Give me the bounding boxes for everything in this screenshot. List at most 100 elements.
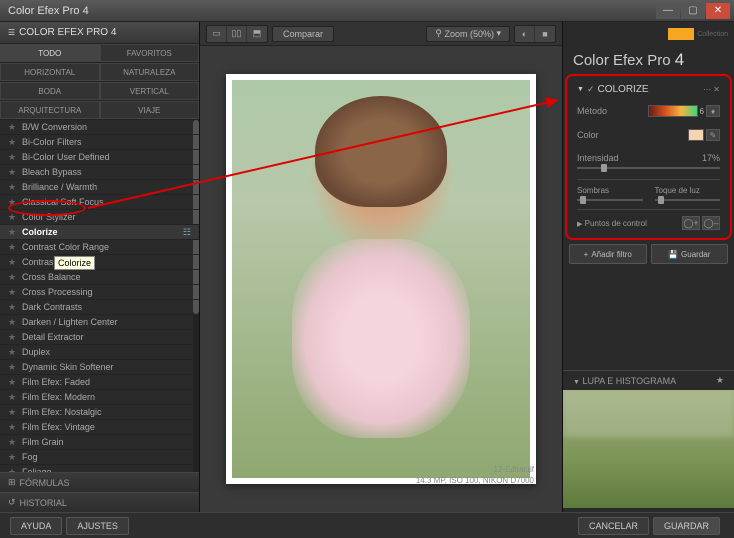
intensidad-slider[interactable] [577, 167, 720, 169]
filter-label: Dynamic Skin Softener [22, 362, 114, 372]
filter-item[interactable]: ★Dark Contrasts [0, 300, 199, 315]
filter-item[interactable]: ★ Film Grain [0, 435, 199, 450]
filter-item[interactable]: ★Film Efex: Nostalgic [0, 405, 199, 420]
control-points-label: Puntos de control [585, 219, 647, 228]
star-icon[interactable]: ★ [716, 375, 724, 386]
filter-item[interactable]: ★Bi-Color User Defined [0, 150, 199, 165]
help-button[interactable]: AYUDA [10, 517, 62, 535]
star-icon[interactable]: ★ [8, 197, 18, 207]
tab-favoritos[interactable]: FAVORITOS [100, 44, 200, 62]
zoom-dropdown[interactable]: ⚲ Zoom (50%) ▾ [426, 26, 510, 42]
star-icon[interactable]: ★ [8, 302, 18, 312]
split-view-button[interactable]: ▯▯ [227, 26, 247, 42]
star-icon[interactable]: ★ [8, 377, 18, 387]
tab-horizontal[interactable]: HORIZONTAL [0, 63, 100, 81]
star-icon[interactable]: ★ [8, 152, 18, 162]
star-icon[interactable]: ★ [8, 422, 18, 432]
sombras-slider[interactable] [577, 199, 643, 201]
star-icon[interactable]: ★ [8, 227, 18, 237]
star-icon[interactable]: ★ [8, 362, 18, 372]
minimize-button[interactable]: — [656, 3, 680, 19]
section-title: COLORIZE [597, 84, 648, 95]
star-icon[interactable]: ★ [8, 407, 18, 417]
filter-item[interactable]: ★Detail Extractor [0, 330, 199, 345]
filter-item[interactable]: ★Duplex [0, 345, 199, 360]
filter-item[interactable]: ★Brilliance / Warmth [0, 180, 199, 195]
filter-item[interactable]: ★Film Efex: Faded [0, 375, 199, 390]
tab-naturaleza[interactable]: NATURALEZA [100, 63, 200, 81]
filter-item[interactable]: ★Film Efex: Vintage [0, 420, 199, 435]
filter-item[interactable]: ★Bleach Bypass [0, 165, 199, 180]
filter-item[interactable]: ★Contrast Color Range [0, 240, 199, 255]
metodo-stepper[interactable]: ♦ [706, 105, 720, 117]
bg-light-button[interactable]: ◐ [515, 26, 535, 42]
filter-item[interactable]: ★Fog [0, 450, 199, 465]
filter-list[interactable]: ★ B/W Conversion ★Bi-Color Filters★Bi-Colo… [0, 120, 199, 472]
star-icon[interactable]: ★ [8, 317, 18, 327]
star-icon[interactable]: ★ [8, 452, 18, 462]
historial-section[interactable]: ↺ HISTORIAL [0, 492, 199, 512]
left-panel-header[interactable]: ☰ COLOR EFEX PRO 4 [0, 22, 199, 44]
side-view-button[interactable]: ⬒ [247, 26, 267, 42]
maximize-button[interactable]: ▢ [681, 3, 705, 19]
tab-boda[interactable]: BODA [0, 82, 100, 100]
metodo-swatch[interactable] [648, 105, 698, 117]
section-header[interactable]: ▼ ✓ COLORIZE ⋯ ✕ [577, 84, 720, 95]
star-icon[interactable]: ★ [8, 137, 18, 147]
add-control-point-button[interactable]: ◯+ [682, 216, 700, 230]
image-viewport[interactable]: _12-Editar.tif 14.3 MP, ISO 100, NIKON D… [200, 46, 562, 512]
color-swatch[interactable] [688, 129, 704, 141]
tab-viaje[interactable]: VIAJE [100, 101, 200, 119]
filter-label: Colorize [22, 227, 58, 237]
section-menu-icon[interactable]: ⋯ ✕ [703, 85, 720, 94]
save-preset-button[interactable]: 💾 Guardar [651, 244, 729, 264]
add-filter-button[interactable]: + Añadir filtro [569, 244, 647, 264]
bg-dark-button[interactable]: ■ [535, 26, 555, 42]
filter-item[interactable]: ★ B/W Conversion [0, 120, 199, 135]
filter-item[interactable]: ★Color Stylizer [0, 210, 199, 225]
filter-item[interactable]: ★ Dynamic Skin Softener [0, 360, 199, 375]
filter-label: B/W Conversion [22, 122, 87, 132]
star-icon[interactable]: ★ [8, 242, 18, 252]
filter-item[interactable]: ★Cross Processing [0, 285, 199, 300]
preset-icon[interactable]: ☷ [183, 227, 191, 238]
filter-item[interactable]: ★Classical Soft Focus [0, 195, 199, 210]
star-icon[interactable]: ★ [8, 287, 18, 297]
search-icon: ⚲ [435, 28, 442, 39]
cancel-button[interactable]: CANCELAR [578, 517, 649, 535]
filter-item[interactable]: ★Darken / Lighten Center [0, 315, 199, 330]
star-icon[interactable]: ★ [8, 257, 18, 267]
star-icon[interactable]: ★ [8, 272, 18, 282]
filter-item[interactable]: ★Film Efex: Modern [0, 390, 199, 405]
filter-item[interactable]: ★Bi-Color Filters [0, 135, 199, 150]
star-icon[interactable]: ★ [8, 392, 18, 402]
star-icon[interactable]: ★ [8, 332, 18, 342]
filter-item[interactable]: ★Cross Balance [0, 270, 199, 285]
filter-item[interactable]: ★ContrasColorize [0, 255, 199, 270]
star-icon[interactable]: ★ [8, 212, 18, 222]
star-icon[interactable]: ★ [8, 467, 18, 472]
color-picker-button[interactable]: ✎ [706, 129, 720, 141]
filter-label: Film Grain [22, 437, 64, 447]
filter-item[interactable]: ★Foliage [0, 465, 199, 472]
star-icon[interactable]: ★ [8, 167, 18, 177]
tab-todo[interactable]: TODO [0, 44, 100, 62]
single-view-button[interactable]: ▭ [207, 26, 227, 42]
tab-arquitectura[interactable]: ARQUITECTURA [0, 101, 100, 119]
settings-button[interactable]: AJUSTES [66, 517, 129, 535]
star-icon[interactable]: ★ [8, 347, 18, 357]
close-button[interactable]: ✕ [706, 3, 730, 19]
star-icon[interactable]: ★ [8, 122, 18, 132]
compare-button[interactable]: Comparar [272, 26, 334, 42]
brand-area: Collection [563, 22, 734, 46]
lupa-header[interactable]: ▼ LUPA E HISTOGRAMA ★ [563, 370, 734, 390]
star-icon[interactable]: ★ [8, 437, 18, 447]
tab-vertical[interactable]: VERTICAL [100, 82, 200, 100]
filter-item[interactable]: ★ Colorize ☷ [0, 225, 199, 240]
lupa-preview[interactable] [563, 390, 734, 508]
toque-slider[interactable] [655, 199, 721, 201]
star-icon[interactable]: ★ [8, 182, 18, 192]
formulas-section[interactable]: ⊞ FÓRMULAS [0, 472, 199, 492]
save-button[interactable]: GUARDAR [653, 517, 720, 535]
remove-control-point-button[interactable]: ◯– [702, 216, 720, 230]
